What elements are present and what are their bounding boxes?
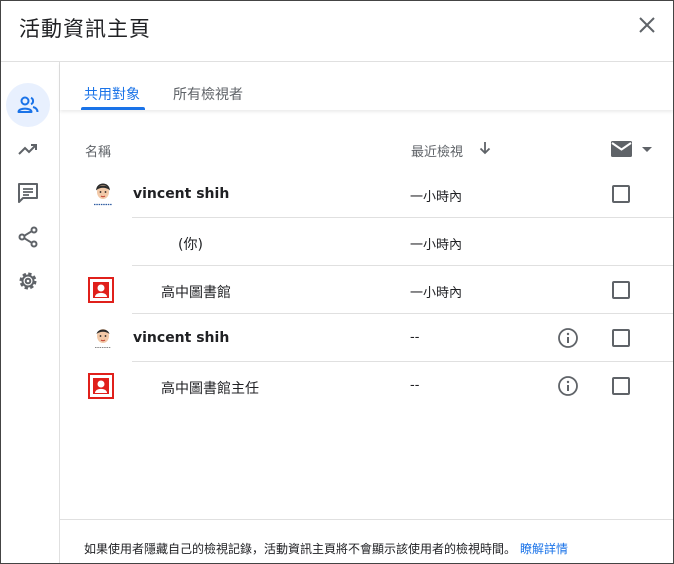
user-name: vincent shih xyxy=(133,186,230,202)
table-row: 高中圖書館主任 -- xyxy=(60,362,673,410)
tab-shared-with[interactable]: 共用對象 xyxy=(84,84,140,104)
tab-all-viewers[interactable]: 所有檢視者 xyxy=(173,84,243,104)
gear-icon xyxy=(19,272,37,290)
close-button[interactable] xyxy=(635,13,659,37)
library-avatar-icon xyxy=(88,277,114,303)
table-row: (你) 一小時內 xyxy=(60,218,673,266)
user-name: (你) xyxy=(178,237,203,253)
email-checkbox[interactable] xyxy=(612,185,630,203)
last-viewed: -- xyxy=(410,378,420,393)
footer: 如果使用者隱藏自己的檢視記錄，活動資訊主頁將不會顯示該使用者的檢視時間。 瞭解詳情 xyxy=(60,519,673,563)
rail-people-button[interactable] xyxy=(6,83,50,127)
rail-share-button[interactable] xyxy=(6,215,50,259)
footer-message: 如果使用者隱藏自己的檢視記錄，活動資訊主頁將不會顯示該使用者的檢視時間。 xyxy=(84,542,517,556)
activity-dashboard-dialog: 活動資訊主頁 共用對象 所有檢視者 名稱 最近檢視 vincent shih 一… xyxy=(0,0,674,564)
dialog-title: 活動資訊主頁 xyxy=(19,17,151,41)
email-checkbox[interactable] xyxy=(612,377,630,395)
last-viewed: 一小時內 xyxy=(410,286,463,301)
side-rail xyxy=(1,62,60,563)
user-name: vincent shih xyxy=(133,330,230,346)
dropdown-arrow-icon xyxy=(642,147,652,152)
email-menu-button[interactable] xyxy=(610,139,656,159)
last-viewed: 一小時內 xyxy=(410,190,463,205)
info-icon[interactable] xyxy=(557,375,579,397)
column-header-last-viewed[interactable]: 最近檢視 xyxy=(411,141,463,160)
learn-more-link[interactable]: 瞭解詳情 xyxy=(520,542,568,556)
last-viewed: -- xyxy=(410,330,420,345)
column-header-name[interactable]: 名稱 xyxy=(85,141,111,160)
rail-comments-button[interactable] xyxy=(6,171,50,215)
footer-note: 如果使用者隱藏自己的檢視記錄，活動資訊主頁將不會顯示該使用者的檢視時間。 瞭解詳情 xyxy=(84,540,568,557)
trending-up-icon xyxy=(18,144,37,155)
mail-icon xyxy=(611,141,632,157)
user-name: 高中圖書館 xyxy=(161,285,231,301)
table-row: 高中圖書館 一小時內 xyxy=(60,266,673,314)
email-checkbox[interactable] xyxy=(612,329,630,347)
user-name: 高中圖書館主任 xyxy=(161,381,259,397)
student-avatar-icon xyxy=(93,183,113,206)
rail-trends-button[interactable] xyxy=(6,127,50,171)
rail-settings-button[interactable] xyxy=(6,259,50,303)
share-icon xyxy=(18,226,38,248)
info-icon[interactable] xyxy=(557,327,579,349)
table-row: vincent shih -- xyxy=(60,314,673,362)
sort-arrow-down-icon[interactable] xyxy=(477,140,493,156)
close-icon xyxy=(639,17,655,33)
dialog-header: 活動資訊主頁 xyxy=(1,1,673,62)
comment-icon xyxy=(18,183,38,203)
email-checkbox[interactable] xyxy=(612,281,630,299)
tab-bar: 共用對象 所有檢視者 xyxy=(60,62,673,110)
library-avatar-icon xyxy=(88,373,114,399)
teacher-avatar-icon xyxy=(95,329,111,348)
people-icon xyxy=(17,96,39,113)
last-viewed: 一小時內 xyxy=(410,238,463,253)
table-row: vincent shih 一小時內 xyxy=(60,170,673,218)
active-tab-indicator xyxy=(81,107,145,110)
